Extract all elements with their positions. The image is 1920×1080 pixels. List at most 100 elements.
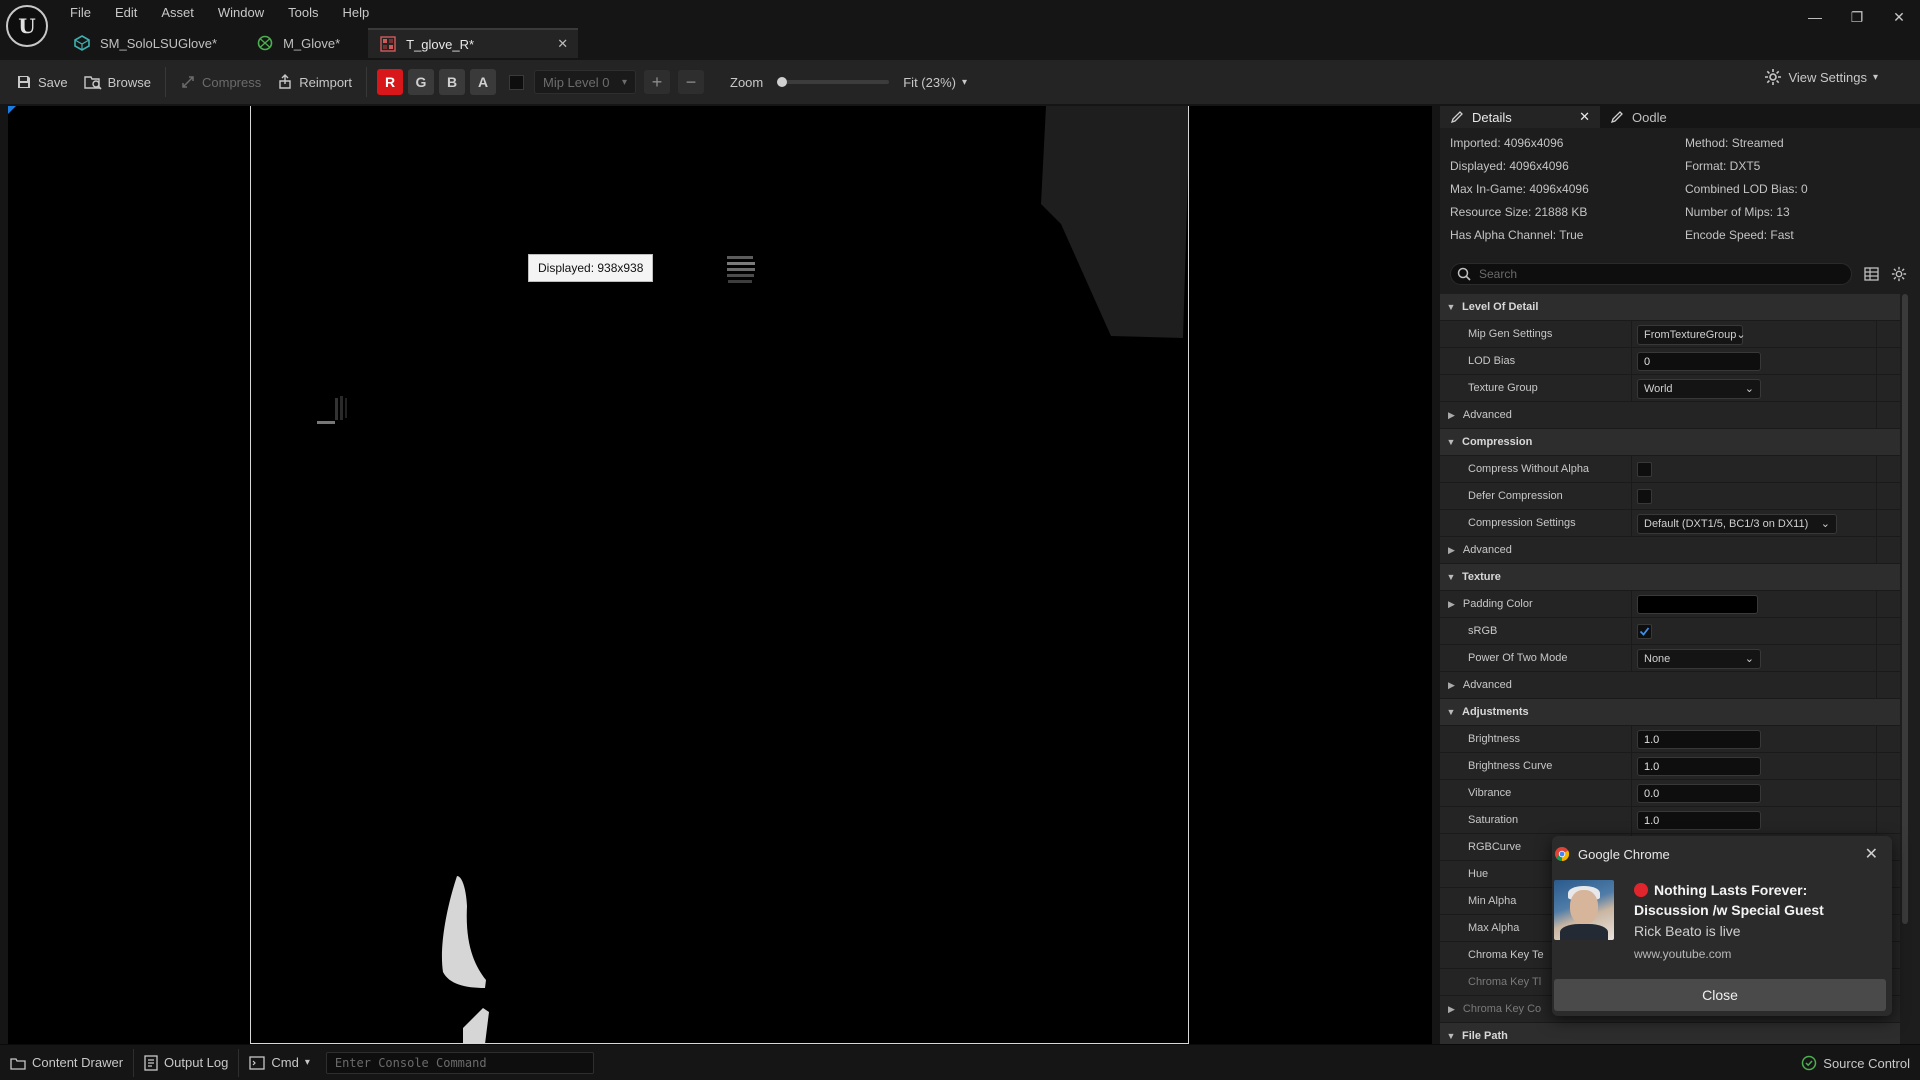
section-compression[interactable]: ▼ Compression (1440, 429, 1900, 456)
tab-texture[interactable]: T_glove_R* ✕ (368, 28, 579, 58)
srgb-checkbox[interactable] (1637, 624, 1652, 639)
channel-alpha-toggle[interactable]: A (470, 69, 496, 95)
gear-icon[interactable] (1891, 266, 1907, 282)
prop-label: Compression Settings (1468, 517, 1576, 529)
vibrance-input[interactable]: 0.0 (1637, 784, 1761, 803)
content-drawer-button[interactable]: Content Drawer (0, 1045, 133, 1080)
chevron-down-icon: ▾ (621, 76, 627, 88)
menu-tools[interactable]: Tools (276, 3, 330, 23)
minimize-button[interactable]: — (1794, 0, 1836, 34)
section-adjustments[interactable]: ▼ Adjustments (1440, 699, 1900, 726)
channel-red-toggle[interactable]: R (377, 69, 403, 95)
view-settings-button[interactable]: View Settings ▾ (1764, 68, 1878, 86)
caret-down-icon: ▼ (1446, 302, 1456, 312)
prop-defer-compression: Defer Compression (1440, 483, 1900, 510)
mip-level-value: Mip Level 0 (543, 74, 610, 90)
caret-down-icon: ▼ (1446, 572, 1456, 582)
save-label: Save (38, 74, 68, 90)
reimport-button[interactable]: Reimport (269, 67, 360, 97)
tab-material[interactable]: M_Glove* (245, 28, 352, 58)
prop-label: Vibrance (1468, 787, 1512, 799)
prop-mip-gen-settings: Mip Gen Settings FromTextureGroup ⌄ (1440, 321, 1900, 348)
tab-oodle[interactable]: Oodle (1600, 106, 1760, 128)
brightness-curve-input[interactable]: 1.0 (1637, 757, 1761, 776)
tab-label: SM_SoloLSUGlove* (100, 35, 218, 51)
restore-button[interactable]: ❐ (1836, 0, 1878, 34)
source-control-button[interactable]: Source Control (1801, 1045, 1910, 1080)
mip-gen-settings-select[interactable]: FromTextureGroup ⌄ (1637, 324, 1746, 345)
mip-decrease-button[interactable]: − (678, 70, 704, 94)
tab-static-mesh[interactable]: SM_SoloLSUGlove* (62, 28, 229, 58)
menu-edit[interactable]: Edit (103, 3, 149, 23)
compress-button[interactable]: Compress (172, 67, 269, 97)
browse-icon (83, 76, 102, 90)
lod-bias-input[interactable]: 0 (1637, 352, 1761, 371)
prop-advanced-compression[interactable]: ▶ Advanced (1440, 537, 1900, 564)
menu-file[interactable]: File (58, 3, 103, 23)
texture-group-select[interactable]: World ⌄ (1637, 378, 1761, 399)
cmd-select[interactable]: Cmd ▾ (239, 1045, 319, 1080)
prop-padding-color: ▶ Padding Color (1440, 591, 1900, 618)
mip-level-checkbox[interactable] (509, 74, 524, 90)
zoom-label: Zoom (730, 74, 764, 90)
panel-splitter[interactable] (1432, 106, 1440, 1044)
output-log-button[interactable]: Output Log (134, 1045, 238, 1080)
section-title: File Path (1462, 1030, 1508, 1042)
brightness-input[interactable]: 1.0 (1637, 730, 1761, 749)
info-encode-speed: Encode Speed: Fast (1685, 228, 1794, 242)
section-level-of-detail[interactable]: ▼ Level Of Detail (1440, 294, 1900, 321)
texture-info-grid: Imported: 4096x4096 Method: Streamed Dis… (1440, 128, 1920, 247)
menu-window[interactable]: Window (206, 3, 276, 23)
notification-close-button[interactable]: Close (1554, 979, 1886, 1011)
channel-green-toggle[interactable]: G (408, 69, 434, 95)
table-view-icon[interactable] (1864, 267, 1879, 281)
mip-level-select[interactable]: Mip Level 0 ▾ (534, 70, 636, 94)
close-window-button[interactable]: ✕ (1878, 0, 1920, 34)
prop-label: Brightness Curve (1468, 760, 1553, 772)
prop-power-of-two-mode: Power Of Two Mode None ⌄ (1440, 645, 1900, 672)
content-drawer-label: Content Drawer (32, 1055, 124, 1070)
fit-zoom-select[interactable]: Fit (23%) ▾ (903, 75, 967, 90)
select-value: Default (DXT1/5, BC1/3 on DX11) (1644, 517, 1809, 530)
compress-label: Compress (202, 74, 262, 90)
output-log-icon (144, 1054, 158, 1071)
details-search-input[interactable]: Search (1450, 263, 1852, 285)
close-tab-icon[interactable]: ✕ (557, 36, 568, 52)
displayed-size-tooltip: Displayed: 938x938 (528, 254, 654, 282)
power-of-two-mode-select[interactable]: None ⌄ (1637, 648, 1761, 669)
menu-asset[interactable]: Asset (149, 3, 206, 23)
padding-color-swatch[interactable] (1637, 595, 1758, 614)
chevron-down-icon: ⌄ (1744, 383, 1754, 395)
defer-compression-checkbox[interactable] (1637, 489, 1652, 504)
compression-settings-select[interactable]: Default (DXT1/5, BC1/3 on DX11) ⌄ (1637, 513, 1837, 534)
texture-viewport[interactable]: Displayed: 938x938 (8, 106, 1432, 1044)
document-tabs: SM_SoloLSUGlove* M_Glove* T_glove_R* ✕ (62, 28, 594, 58)
close-icon[interactable]: ✕ (1865, 844, 1878, 864)
prop-advanced-texture[interactable]: ▶ Advanced (1440, 672, 1900, 699)
channel-blue-toggle[interactable]: B (439, 69, 465, 95)
chrome-icon (1555, 847, 1570, 862)
section-texture[interactable]: ▼ Texture (1440, 564, 1900, 591)
prop-label: Mip Gen Settings (1468, 328, 1553, 340)
caret-right-icon: ▶ (1448, 545, 1455, 555)
menu-bar: File Edit Asset Window Tools Help (58, 3, 381, 23)
unreal-logo-icon[interactable]: U (6, 5, 48, 47)
saturation-input[interactable]: 1.0 (1637, 811, 1761, 830)
prop-advanced-lod[interactable]: ▶ Advanced (1440, 402, 1900, 429)
mip-increase-button[interactable]: + (644, 70, 670, 94)
save-button[interactable]: Save (8, 67, 76, 97)
menu-help[interactable]: Help (330, 3, 381, 23)
status-bar: Content Drawer Output Log Cmd ▾ Enter Co… (0, 1044, 1920, 1080)
console-command-input[interactable]: Enter Console Command (325, 1051, 594, 1074)
details-scrollbar[interactable] (1902, 294, 1908, 924)
notification-body[interactable]: Nothing Lasts Forever: Discussion /w Spe… (1634, 880, 1884, 961)
zoom-slider-handle[interactable] (777, 77, 788, 87)
browse-button[interactable]: Browse (76, 67, 159, 97)
texture-preview[interactable] (250, 106, 1189, 1044)
tab-details[interactable]: Details ✕ (1440, 106, 1600, 128)
compress-without-alpha-checkbox[interactable] (1637, 462, 1652, 477)
section-file-path[interactable]: ▼ File Path (1440, 1023, 1900, 1044)
zoom-slider[interactable] (777, 77, 890, 87)
close-tab-icon[interactable]: ✕ (1579, 109, 1590, 125)
prop-label: sRGB (1468, 625, 1498, 637)
